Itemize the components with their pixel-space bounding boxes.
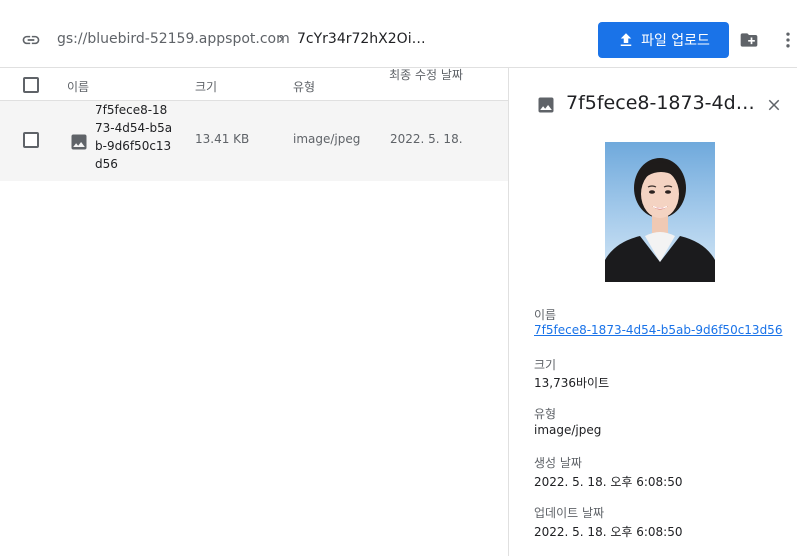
created-label: 생성 날짜 — [534, 456, 582, 470]
image-icon — [538, 97, 554, 113]
name-label: 이름 — [534, 308, 557, 322]
file-name-link[interactable]: 7f5fece8-1873-4d54-b5ab-9d6f50c13d56 — [95, 101, 173, 173]
image-icon — [71, 134, 87, 150]
file-name-link[interactable]: 7f5fece8-1873-4d54-b5ab-9d6f50c13d56 — [534, 323, 784, 337]
more-vert-icon[interactable] — [780, 30, 796, 50]
breadcrumb-current-folder[interactable]: 7cYr34r72hX2Oi… — [297, 31, 426, 47]
updated-label: 업데이트 날짜 — [534, 506, 605, 520]
storage-browser: gs://bluebird-52159.appspot.com 7cYr34r7… — [0, 0, 797, 556]
breadcrumb-bucket[interactable]: gs://bluebird-52159.appspot.com — [57, 31, 290, 47]
column-header-type[interactable]: 유형 — [293, 78, 315, 95]
upload-icon — [620, 33, 632, 46]
image-preview — [605, 142, 715, 282]
file-modified-date: 2022. 5. 18. — [390, 132, 463, 146]
size-label: 크기 — [534, 358, 557, 372]
portrait-photo — [605, 158, 715, 282]
details-title: 7f5fece8-1873-4d54-b5ab-9d6f50c13d56 — [566, 92, 756, 114]
file-list: 이름 크기 유형 최종 수정 날짜 7f5fece8-1873-4d54-b5a… — [0, 68, 508, 556]
column-header-modified[interactable]: 최종 수정 날짜 — [386, 68, 466, 83]
file-details-panel: 7f5fece8-1873-4d54-b5ab-9d6f50c13d56 — [508, 68, 797, 556]
select-all-checkbox[interactable] — [23, 77, 39, 93]
file-list-header: 이름 크기 유형 최종 수정 날짜 — [0, 68, 508, 101]
create-folder-icon[interactable] — [738, 30, 760, 50]
upload-button-label: 파일 업로드 — [641, 33, 710, 49]
updated-value: 2022. 5. 18. 오후 6:08:50 — [534, 525, 683, 539]
type-value: image/jpeg — [534, 423, 602, 437]
file-size: 13.41 KB — [195, 132, 250, 146]
table-row[interactable]: 7f5fece8-1873-4d54-b5ab-9d6f50c13d56 13.… — [0, 101, 508, 181]
chevron-right-icon — [279, 35, 284, 43]
created-value: 2022. 5. 18. 오후 6:08:50 — [534, 475, 683, 489]
close-icon[interactable] — [765, 96, 783, 114]
column-header-size[interactable]: 크기 — [195, 78, 217, 95]
column-header-name[interactable]: 이름 — [67, 78, 89, 95]
link-icon[interactable] — [20, 30, 42, 50]
toolbar: gs://bluebird-52159.appspot.com 7cYr34r7… — [0, 0, 797, 68]
size-value: 13,736바이트 — [534, 376, 610, 390]
file-type: image/jpeg — [293, 132, 361, 146]
upload-file-button[interactable]: 파일 업로드 — [598, 22, 729, 58]
type-label: 유형 — [534, 407, 557, 421]
row-checkbox[interactable] — [23, 132, 39, 148]
